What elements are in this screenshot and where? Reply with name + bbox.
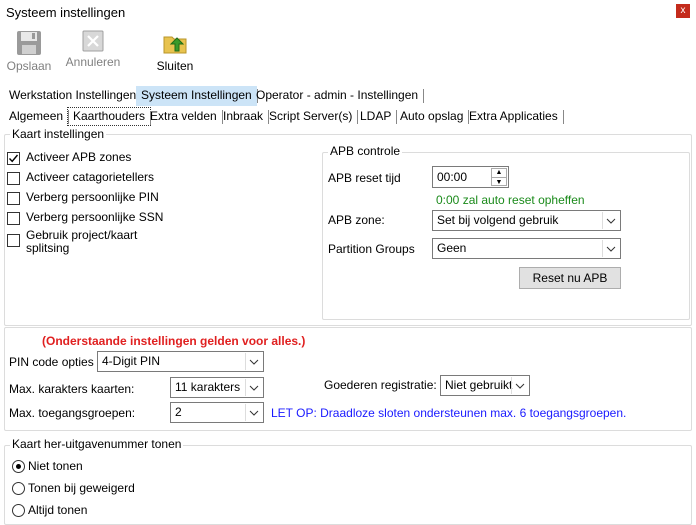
tab-cardholders[interactable]: Kaarthouders — [67, 107, 152, 126]
cancel-icon — [82, 30, 104, 52]
global-settings-notice: (Onderstaande instellingen gelden voor a… — [42, 334, 306, 348]
tab-ldap[interactable]: LDAP — [355, 107, 398, 127]
tab-auto-save[interactable]: Auto opslag — [395, 107, 470, 127]
apb-reset-time-label: APB reset tijd — [328, 171, 401, 185]
apb-zone-label: APB zone: — [328, 213, 385, 227]
max-access-groups-select[interactable]: 2 — [170, 402, 264, 423]
window-title: Systeem instellingen — [6, 5, 126, 20]
apb-reset-time-value: 00:00 — [437, 170, 468, 184]
checkbox-hide-personal-pin[interactable]: Verberg persoonlijke PIN — [7, 191, 159, 205]
pin-code-options-select[interactable]: 4-Digit PIN — [97, 351, 264, 372]
cancel-label: Annuleren — [65, 55, 121, 69]
checkmark-icon — [8, 154, 19, 163]
max-card-chars-select[interactable]: 11 karakters — [170, 377, 264, 398]
chevron-down-icon — [249, 385, 259, 391]
partition-groups-label: Partition Groups — [328, 242, 415, 256]
tab-general[interactable]: Algemeen — [4, 107, 70, 127]
main-tab-strip: Werkstation Instellingen Systeem Instell… — [0, 86, 696, 106]
tab-intrusion[interactable]: Inbraak — [218, 107, 270, 127]
floppy-disk-icon — [17, 31, 41, 55]
apb-control-legend: APB controle — [328, 144, 403, 158]
close-button[interactable]: Sluiten — [152, 30, 198, 73]
tab-extra-fields[interactable]: Extra velden — [145, 107, 223, 127]
close-window-button[interactable]: x — [676, 4, 690, 18]
radio-always-show[interactable]: Altijd tonen — [12, 503, 87, 517]
chevron-down-icon — [515, 383, 525, 389]
pin-code-options-label: PIN code opties — [9, 355, 94, 369]
reset-apb-button[interactable]: Reset nu APB — [519, 267, 621, 289]
folder-exit-icon — [163, 36, 187, 54]
toolbar: Opslaan Annuleren Sluiten — [0, 24, 696, 86]
wireless-locks-note: LET OP: Draadloze sloten ondersteunen ma… — [271, 406, 627, 420]
tab-operator-settings[interactable]: Operator - admin - Instellingen — [251, 86, 425, 106]
cancel-button[interactable]: Annuleren — [62, 30, 124, 69]
apb-zone-select[interactable]: Set bij volgend gebruik — [432, 210, 621, 231]
apb-reset-time-spinner[interactable]: 00:00 ▲ ▼ — [432, 166, 509, 188]
close-label: Sluiten — [156, 59, 194, 73]
radio-do-not-show[interactable]: Niet tonen — [12, 459, 83, 473]
chevron-down-icon — [249, 359, 259, 365]
chevron-down-icon — [606, 246, 616, 252]
card-settings-legend: Kaart instellingen — [10, 127, 107, 141]
sub-tab-strip: Algemeen Kaarthouders Extra velden Inbra… — [0, 107, 696, 127]
save-label: Opslaan — [6, 59, 52, 73]
reissue-number-legend: Kaart her-uitgavenummer tonen — [10, 437, 184, 451]
tab-system-settings[interactable]: Systeem Instellingen — [136, 86, 258, 106]
chevron-down-icon — [606, 218, 616, 224]
checkbox-use-project-card-split[interactable]: Gebruik project/kaart splitsing — [7, 229, 157, 255]
tab-script-servers[interactable]: Script Server(s) — [264, 107, 359, 127]
tab-workstation-settings[interactable]: Werkstation Instellingen — [4, 86, 143, 106]
checkbox-enable-apb-zones[interactable]: Activeer APB zones — [7, 151, 131, 165]
chevron-down-icon — [249, 410, 259, 416]
checkbox-enable-category-counters[interactable]: Activeer catagorietellers — [7, 171, 154, 185]
apb-reset-hint: 0:00 zal auto reset opheffen — [436, 193, 585, 207]
spin-down-icon[interactable]: ▼ — [492, 178, 506, 187]
max-access-groups-label: Max. toegangsgroepen: — [9, 406, 136, 420]
goods-registration-label: Goederen registratie: — [324, 378, 437, 392]
max-card-chars-label: Max. karakters kaarten: — [9, 382, 135, 396]
goods-registration-select[interactable]: Niet gebruikt — [440, 375, 530, 396]
save-button[interactable]: Opslaan — [6, 30, 52, 73]
checkbox-hide-personal-ssn[interactable]: Verberg persoonlijke SSN — [7, 211, 163, 225]
partition-groups-select[interactable]: Geen — [432, 238, 621, 259]
radio-show-when-denied[interactable]: Tonen bij geweigerd — [12, 481, 135, 495]
title-bar: Systeem instellingen x — [0, 0, 696, 24]
tab-extra-applications[interactable]: Extra Applicaties — [464, 107, 564, 127]
